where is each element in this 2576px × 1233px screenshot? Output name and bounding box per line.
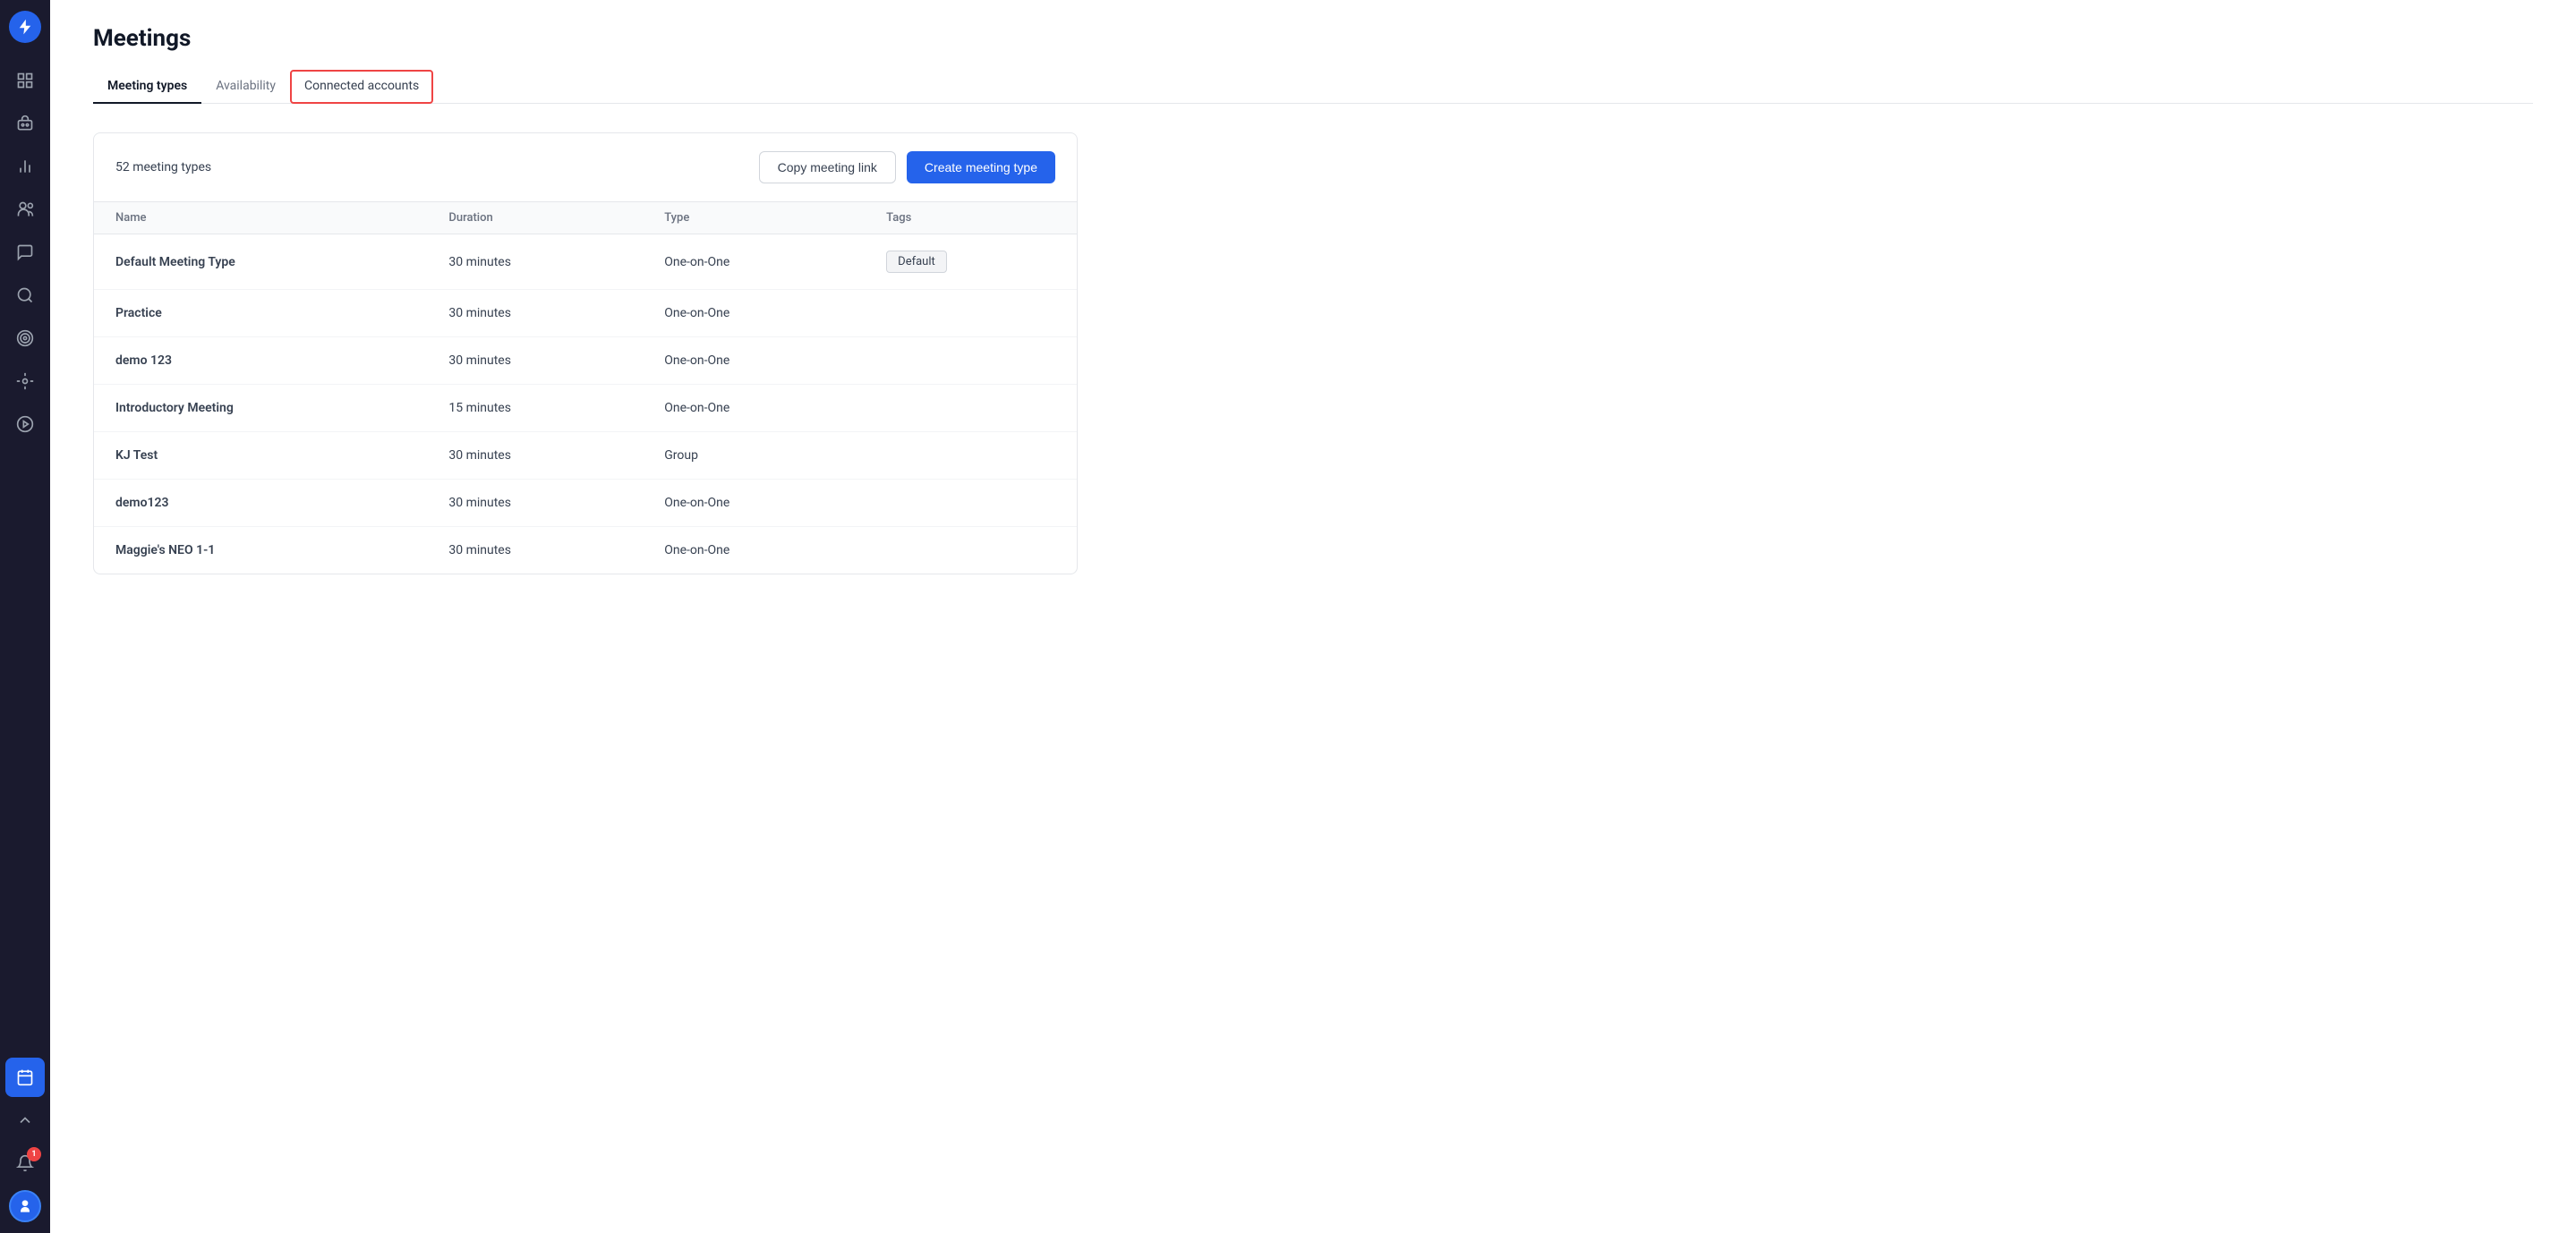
table-row[interactable]: Practice30 minutesOne-on-One	[94, 290, 1077, 337]
cell-tags: Default	[865, 234, 1077, 290]
cell-tags	[865, 480, 1077, 527]
main-content: Meetings Meeting types Availability Conn…	[50, 0, 2576, 1233]
sidebar-item-target2[interactable]	[5, 361, 45, 401]
sidebar-logo[interactable]	[9, 11, 41, 43]
tab-availability[interactable]: Availability	[201, 70, 290, 104]
tab-bar: Meeting types Availability Connected acc…	[93, 70, 2533, 104]
table-row[interactable]: KJ Test30 minutesGroup	[94, 432, 1077, 480]
table-body: Default Meeting Type30 minutesOne-on-One…	[94, 234, 1077, 574]
cell-duration: 30 minutes	[427, 480, 643, 527]
cell-type: One-on-One	[643, 480, 865, 527]
page-title: Meetings	[93, 25, 2533, 52]
sidebar-item-search[interactable]	[5, 276, 45, 315]
table-header: Name Duration Type Tags	[94, 202, 1077, 234]
col-duration: Duration	[427, 202, 643, 234]
col-tags: Tags	[865, 202, 1077, 234]
copy-meeting-link-button[interactable]: Copy meeting link	[759, 151, 896, 183]
table-row[interactable]: Maggie's NEO 1-130 minutesOne-on-One	[94, 527, 1077, 574]
cell-name: demo 123	[94, 337, 427, 385]
sidebar: 1	[0, 0, 50, 1233]
card-actions: Copy meeting link Create meeting type	[759, 151, 1055, 183]
tab-connected-accounts[interactable]: Connected accounts	[290, 70, 433, 104]
col-name: Name	[94, 202, 427, 234]
cell-name: KJ Test	[94, 432, 427, 480]
table-row[interactable]: demo12330 minutesOne-on-One	[94, 480, 1077, 527]
cell-tags	[865, 290, 1077, 337]
sidebar-collapse[interactable]	[5, 1101, 45, 1140]
cell-tags	[865, 385, 1077, 432]
tag-badge: Default	[886, 251, 947, 273]
cell-type: One-on-One	[643, 337, 865, 385]
table-row[interactable]: demo 12330 minutesOne-on-One	[94, 337, 1077, 385]
cell-name: Default Meeting Type	[94, 234, 427, 290]
cell-tags	[865, 432, 1077, 480]
cell-duration: 30 minutes	[427, 234, 643, 290]
sidebar-item-analytics[interactable]	[5, 147, 45, 186]
cell-type: One-on-One	[643, 290, 865, 337]
cell-name: Practice	[94, 290, 427, 337]
table-row[interactable]: Introductory Meeting15 minutesOne-on-One	[94, 385, 1077, 432]
cell-name: Maggie's NEO 1-1	[94, 527, 427, 574]
cell-duration: 30 minutes	[427, 432, 643, 480]
sidebar-item-targeting[interactable]	[5, 319, 45, 358]
cell-tags	[865, 527, 1077, 574]
sidebar-item-notification[interactable]: 1	[5, 1144, 45, 1183]
meetings-card: 52 meeting types Copy meeting link Creat…	[93, 132, 1078, 574]
sidebar-item-bot[interactable]	[5, 104, 45, 143]
sidebar-item-contacts[interactable]	[5, 190, 45, 229]
cell-name: Introductory Meeting	[94, 385, 427, 432]
notification-count: 1	[27, 1147, 41, 1161]
cell-type: One-on-One	[643, 385, 865, 432]
cell-duration: 15 minutes	[427, 385, 643, 432]
sidebar-item-dashboard[interactable]	[5, 61, 45, 100]
cell-duration: 30 minutes	[427, 527, 643, 574]
content-area: 52 meeting types Copy meeting link Creat…	[50, 104, 2576, 1233]
sidebar-item-play[interactable]	[5, 404, 45, 444]
meeting-count: 52 meeting types	[115, 160, 211, 174]
col-type: Type	[643, 202, 865, 234]
create-meeting-type-button[interactable]: Create meeting type	[907, 151, 1055, 183]
sidebar-item-meetings[interactable]	[5, 1058, 45, 1097]
user-avatar[interactable]	[9, 1190, 41, 1222]
page-header: Meetings Meeting types Availability Conn…	[50, 0, 2576, 104]
meetings-table: Name Duration Type Tags Default Meeting …	[94, 201, 1077, 574]
sidebar-item-chat[interactable]	[5, 233, 45, 272]
cell-duration: 30 minutes	[427, 337, 643, 385]
tab-meeting-types[interactable]: Meeting types	[93, 70, 201, 104]
card-header: 52 meeting types Copy meeting link Creat…	[94, 133, 1077, 201]
cell-duration: 30 minutes	[427, 290, 643, 337]
cell-tags	[865, 337, 1077, 385]
cell-name: demo123	[94, 480, 427, 527]
cell-type: One-on-One	[643, 234, 865, 290]
cell-type: One-on-One	[643, 527, 865, 574]
cell-type: Group	[643, 432, 865, 480]
table-row[interactable]: Default Meeting Type30 minutesOne-on-One…	[94, 234, 1077, 290]
